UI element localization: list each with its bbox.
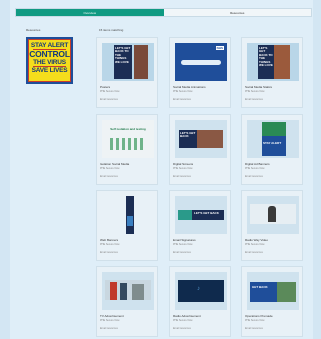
card-meta: PHE Secure Now — [245, 90, 265, 93]
card-link[interactable]: Email resources — [100, 251, 118, 254]
thumb-person — [268, 206, 276, 222]
card-link[interactable]: Email resources — [100, 175, 118, 178]
card-meta: PHE Secure Now — [173, 167, 193, 170]
resource-card[interactable]: NHS Social Media Animations PHE Secure N… — [169, 37, 231, 108]
card-title: Digital Ad Banners — [245, 162, 270, 166]
card-link[interactable]: Email resources — [173, 327, 191, 330]
resource-card[interactable]: LET'S GET BACK Digital Screens PHE Secur… — [169, 114, 231, 185]
sidebar-title: Resources — [26, 28, 41, 32]
thumb-photo — [274, 45, 290, 79]
card-thumbnail: GET BACK — [247, 272, 299, 310]
card-title: TV Advertisement — [100, 314, 124, 318]
results-count: 15 items matching — [99, 28, 124, 32]
card-thumbnail: Self isolation and testing — [102, 120, 154, 158]
music-note-icon: ♪ — [197, 286, 200, 292]
card-thumbnail: STAY ALERT — [247, 120, 299, 158]
card-link[interactable]: Email resources — [100, 327, 118, 330]
thumb-figure-1 — [110, 282, 117, 300]
stay-alert-poster[interactable]: STAY ALERT CONTROL THE VIRUS SAVE LIVES — [26, 37, 73, 84]
card-title: Posters — [100, 85, 111, 89]
resource-card[interactable]: Web Banners PHE Secure Now Email resourc… — [96, 190, 158, 261]
resource-card[interactable]: STAY ALERT Digital Ad Banners PHE Secure… — [241, 114, 303, 185]
card-thumbnail — [102, 272, 154, 310]
card-thumbnail: LET'S GET BACK — [175, 196, 227, 234]
card-link[interactable]: Email resources — [173, 98, 191, 101]
card-meta: PHE Secure Now — [100, 90, 120, 93]
card-thumbnail: NHS — [175, 43, 227, 81]
card-meta: PHE Secure Now — [173, 90, 193, 93]
thumb-text: LET'S GET BACK TO THE THINGS WE LOVE — [259, 46, 273, 68]
resource-card[interactable]: LET'S GET BACK Email Signatures PHE Secu… — [169, 190, 231, 261]
card-link[interactable]: Email resources — [245, 175, 263, 178]
thumb-photo — [134, 45, 148, 79]
card-title: Email Signatures — [173, 238, 196, 242]
card-meta: PHE Secure Now — [100, 319, 120, 322]
resource-card[interactable]: LET'S GET BACK TO THE THINGS WE LOVE Soc… — [241, 37, 303, 108]
resource-card[interactable]: TV Advertisement PHE Secure Now Email re… — [96, 266, 158, 337]
thumb-text: STAY ALERT — [263, 141, 282, 145]
poster-line-2: CONTROL — [29, 49, 70, 60]
card-thumbnail: LET'S GET BACK TO THE THINGS WE LOVE — [102, 43, 154, 81]
card-link[interactable]: Email resources — [173, 175, 191, 178]
thumb-photo — [197, 130, 223, 148]
poster-line-1: STAY ALERT — [30, 42, 69, 49]
card-meta: PHE Secure Now — [245, 319, 265, 322]
thumb-banner-photo — [277, 282, 296, 302]
card-link[interactable]: Email resources — [100, 98, 118, 101]
thumb-skyscraper-photo — [127, 216, 133, 226]
thumb-figures — [110, 138, 146, 150]
card-meta: PHE Secure Now — [245, 167, 265, 170]
tab-resources[interactable]: Resources — [163, 9, 311, 16]
resource-card[interactable]: GET BACK Operations Premade PHE Secure N… — [241, 266, 303, 337]
card-title: Radio Advertisement — [173, 314, 201, 318]
poster-face: STAY ALERT CONTROL THE VIRUS SAVE LIVES — [28, 39, 71, 82]
card-title: Operations Premade — [245, 314, 273, 318]
card-meta: PHE Secure Now — [100, 243, 120, 246]
card-link[interactable]: Email resources — [245, 251, 263, 254]
thumb-text: Self isolation and testing — [110, 127, 146, 131]
poster-line-4: SAVE LIVES — [31, 67, 68, 75]
resource-card[interactable]: ♪ Radio Advertisement PHE Secure Now Ema… — [169, 266, 231, 337]
card-link[interactable]: Email resources — [245, 98, 263, 101]
poster-line-3: THE VIRUS — [33, 58, 66, 66]
card-thumbnail — [247, 196, 299, 234]
card-thumbnail: LET'S GET BACK TO THE THINGS WE LOVE — [247, 43, 299, 81]
card-link[interactable]: Email resources — [173, 251, 191, 254]
thumb-text: LET'S GET BACK — [180, 131, 196, 139]
thumb-video — [178, 280, 224, 302]
resource-card[interactable]: LET'S GET BACK TO THE THINGS WE LOVE Pos… — [96, 37, 158, 108]
card-title: Radio Way Video — [245, 238, 269, 242]
tab-bar: Overview Resources — [15, 8, 312, 17]
card-title: Web Banners — [100, 238, 119, 242]
card-thumbnail: LET'S GET BACK — [175, 120, 227, 158]
resource-card[interactable]: Radio Way Video PHE Secure Now Email res… — [241, 190, 303, 261]
thumb-signature-photo — [178, 210, 192, 220]
thumb-figure-3 — [132, 284, 144, 300]
thumb-text: GET BACK — [252, 285, 268, 289]
thumb-skyscraper — [126, 196, 134, 234]
thumb-banner-lower — [262, 136, 286, 156]
card-title: Isolation Social Media — [100, 162, 130, 166]
resource-card[interactable]: Self isolation and testing Isolation Soc… — [96, 114, 158, 185]
thumb-text: LET'S GET BACK — [194, 211, 219, 215]
card-meta: PHE Secure Now — [173, 319, 193, 322]
card-thumbnail — [102, 196, 154, 234]
tab-overview[interactable]: Overview — [16, 9, 164, 16]
card-title: Digital Screens — [173, 162, 194, 166]
card-meta: PHE Secure Now — [173, 243, 193, 246]
card-title: Social Media Animations — [173, 85, 206, 89]
thumb-searchbar — [181, 60, 221, 65]
card-title: Social Media Statics — [245, 85, 273, 89]
card-meta: PHE Secure Now — [245, 243, 265, 246]
nhs-logo: NHS — [215, 46, 224, 50]
thumb-figure-2 — [120, 283, 127, 300]
card-link[interactable]: Email resources — [245, 327, 263, 330]
card-thumbnail: ♪ — [175, 272, 227, 310]
card-meta: PHE Secure Now — [100, 167, 120, 170]
thumb-text: LET'S GET BACK TO THE THINGS WE LOVE — [115, 46, 131, 64]
